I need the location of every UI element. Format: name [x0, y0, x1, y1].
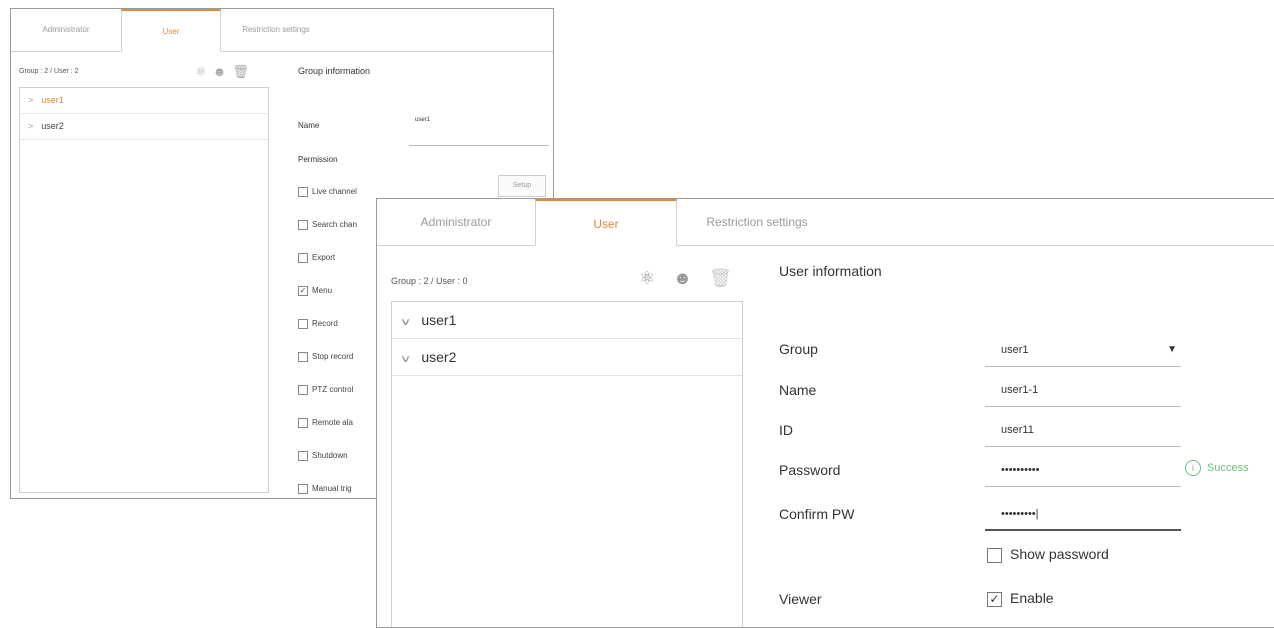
list-toolbar: ⚛☻🗑: [195, 64, 255, 80]
checkbox-box[interactable]: [298, 187, 308, 197]
name-label: Name: [779, 382, 817, 398]
section-title: User information: [779, 263, 882, 279]
tab-user[interactable]: User: [121, 9, 221, 52]
permission-label: Search chan: [312, 220, 357, 230]
user-list: > user1 > user2: [19, 87, 269, 493]
group-user-count: Group : 2 / User : 2: [19, 68, 79, 75]
checkbox-box[interactable]: [298, 451, 308, 461]
chevron-right-icon: >: [28, 95, 34, 105]
group-user-count: Group : 2 / User : 0: [391, 276, 468, 286]
add-user-icon[interactable]: ☻: [673, 268, 692, 289]
tab-administrator[interactable]: Administrator: [11, 9, 121, 52]
add-user-icon[interactable]: ☻: [213, 64, 233, 79]
trash-icon[interactable]: 🗑: [709, 268, 732, 289]
checkbox-box[interactable]: [298, 319, 308, 329]
confirm-password-field[interactable]: •••••••••|: [985, 501, 1181, 531]
user-list: ∨ user1 ∨ user2: [391, 301, 743, 627]
checkbox-checked[interactable]: ✓: [987, 591, 1002, 607]
tab-user[interactable]: User: [535, 199, 677, 246]
permission-item[interactable]: Live channel: [298, 187, 357, 197]
add-group-icon[interactable]: ⚛: [195, 64, 213, 79]
tab-bar: Administrator User Restriction settings: [11, 9, 553, 52]
permission-label: Remote ala: [312, 418, 353, 428]
list-item-label: user2: [421, 349, 457, 365]
list-item-label: user1: [41, 95, 64, 105]
checkbox-box[interactable]: [298, 253, 308, 263]
chevron-down-icon: ∨: [399, 354, 412, 365]
chevron-right-icon: >: [28, 121, 34, 131]
permission-item[interactable]: Shutdown: [298, 451, 348, 461]
enable-label: Enable: [1010, 590, 1054, 606]
trash-icon[interactable]: 🗑: [232, 64, 255, 79]
id-label: ID: [779, 422, 793, 438]
checkbox-box[interactable]: [298, 418, 308, 428]
list-item[interactable]: > user1: [20, 88, 268, 114]
show-password-label: Show password: [1010, 546, 1109, 562]
permission-label: Manual trig: [312, 484, 352, 494]
permission-item[interactable]: Manual trig: [298, 484, 352, 494]
checkbox-checked[interactable]: ✓: [298, 286, 308, 296]
chevron-down-icon: ∨: [399, 317, 412, 328]
group-select[interactable]: user1 ▼: [985, 337, 1181, 367]
list-item[interactable]: > user2: [20, 114, 268, 140]
permission-item[interactable]: PTZ control: [298, 385, 353, 395]
permission-item[interactable]: Export: [298, 253, 335, 263]
user-settings-window: Administrator User Restriction settings …: [376, 198, 1274, 628]
tab-bar: Administrator User Restriction settings: [377, 199, 1274, 246]
show-password-checkbox[interactable]: Show password: [987, 546, 1109, 563]
tab-administrator[interactable]: Administrator: [377, 199, 535, 246]
permission-label: Record: [312, 319, 338, 329]
name-field[interactable]: user1: [415, 117, 430, 123]
group-select-value: user1: [1001, 344, 1029, 356]
success-text: Success: [1207, 461, 1249, 474]
viewer-enable-checkbox[interactable]: ✓ Enable: [987, 590, 1054, 607]
permission-label: PTZ control: [312, 385, 354, 395]
permission-item[interactable]: Search chan: [298, 220, 357, 230]
add-group-icon[interactable]: ⚛: [639, 268, 655, 289]
checkbox-box[interactable]: [298, 220, 308, 230]
viewer-label: Viewer: [779, 591, 822, 607]
checkbox-box[interactable]: [298, 352, 308, 362]
permission-item[interactable]: Remote ala: [298, 418, 353, 428]
name-field-underline: [409, 133, 549, 146]
permission-item[interactable]: ✓ Menu: [298, 286, 332, 296]
permission-label: Live channel: [312, 187, 357, 197]
checkbox-box[interactable]: [298, 484, 308, 494]
list-item-label: user2: [41, 121, 64, 131]
permission-label: Stop record: [312, 352, 354, 362]
password-status: i Success: [1185, 460, 1249, 476]
permission-label: Permission: [298, 155, 338, 164]
list-item[interactable]: ∨ user1: [392, 302, 742, 339]
permission-label: Shutdown: [312, 451, 348, 461]
permission-item[interactable]: Stop record: [298, 352, 353, 362]
id-field[interactable]: user11: [985, 417, 1181, 447]
tab-restriction-settings[interactable]: Restriction settings: [677, 199, 837, 246]
confirm-password-label: Confirm PW: [779, 506, 855, 522]
password-field[interactable]: ••••••••••: [985, 457, 1181, 487]
group-label: Group: [779, 341, 818, 357]
list-item-label: user1: [421, 312, 457, 328]
info-icon: i: [1185, 460, 1201, 476]
list-item[interactable]: ∨ user2: [392, 339, 742, 376]
permission-item[interactable]: Record: [298, 319, 338, 329]
setup-button[interactable]: Setup: [498, 175, 546, 197]
checkbox-box[interactable]: [987, 547, 1002, 563]
section-title: Group information: [298, 66, 371, 76]
checkbox-box[interactable]: [298, 385, 308, 395]
permission-label: Menu: [312, 286, 333, 296]
chevron-down-icon: ▼: [1167, 344, 1177, 355]
password-label: Password: [779, 462, 841, 478]
name-field[interactable]: user1-1: [985, 377, 1181, 407]
tab-restriction-settings[interactable]: Restriction settings: [221, 9, 331, 52]
name-label: Name: [298, 121, 320, 130]
permission-label: Export: [312, 253, 336, 263]
